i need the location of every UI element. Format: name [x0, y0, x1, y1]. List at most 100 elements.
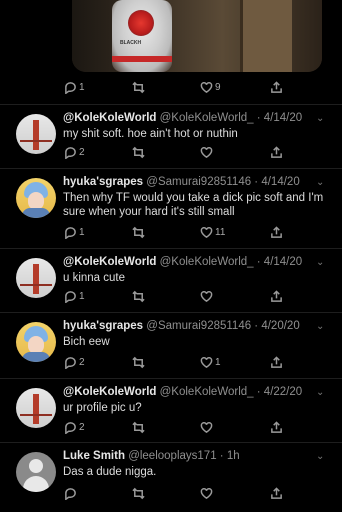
share-button[interactable] — [270, 355, 283, 369]
reply-count: 2 — [79, 356, 85, 368]
chevron-down-icon[interactable]: ⌄ — [316, 113, 324, 124]
retweet-button[interactable] — [132, 146, 145, 159]
reply-icon — [65, 146, 76, 159]
share-icon — [271, 486, 282, 499]
retweet-button[interactable] — [132, 421, 145, 434]
retweet-button[interactable] — [132, 290, 145, 303]
tweet-text: u kinna cute — [63, 272, 126, 284]
reply-icon — [65, 421, 76, 434]
display-name[interactable]: @KoleKoleWorld — [63, 256, 156, 268]
tweet-actions: 1 — [64, 287, 334, 305]
heart-icon — [200, 81, 213, 93]
heart-icon — [200, 226, 213, 238]
chevron-down-icon[interactable]: ⌄ — [316, 451, 324, 462]
share-button[interactable] — [270, 289, 283, 303]
tweet-actions: 1 11 — [64, 223, 334, 241]
share-icon — [271, 225, 282, 238]
media-door — [240, 0, 292, 72]
display-name[interactable]: @KoleKoleWorld — [63, 112, 156, 124]
retweet-icon — [132, 146, 145, 158]
retweet-icon — [132, 421, 145, 433]
display-name[interactable]: @KoleKoleWorld — [63, 386, 156, 398]
reply-icon — [65, 356, 76, 369]
share-button[interactable] — [270, 145, 283, 159]
divider — [0, 442, 342, 443]
share-button[interactable] — [270, 80, 283, 94]
avatar[interactable] — [16, 114, 56, 154]
tweet-text: my shit soft. hoe ain't hot or nuthin — [63, 128, 238, 140]
avatar[interactable] — [16, 388, 56, 428]
separator: · — [253, 386, 264, 398]
timestamp[interactable]: 4/20/20 — [261, 320, 299, 332]
share-button[interactable] — [270, 420, 283, 434]
divider — [0, 104, 342, 105]
separator: · — [216, 450, 227, 462]
share-button[interactable] — [270, 486, 283, 500]
like-button[interactable]: 11 — [200, 226, 225, 239]
handle[interactable]: @leelooplays171 — [128, 450, 216, 462]
handle[interactable]: @KoleKoleWorld_ — [160, 112, 254, 124]
avatar[interactable] — [16, 452, 56, 492]
like-button[interactable] — [200, 421, 213, 434]
like-button[interactable] — [200, 487, 213, 500]
timestamp[interactable]: 4/14/20 — [264, 256, 302, 268]
handle[interactable]: @KoleKoleWorld_ — [160, 386, 254, 398]
reply-button[interactable] — [64, 487, 77, 500]
share-button[interactable] — [270, 225, 283, 239]
timestamp[interactable]: 1h — [227, 450, 240, 462]
retweet-button[interactable] — [132, 226, 145, 239]
timestamp[interactable]: 4/14/20 — [261, 176, 299, 188]
reply-icon — [65, 81, 76, 94]
retweet-icon — [132, 226, 145, 238]
display-name[interactable]: hyuka'sgrapes — [63, 320, 143, 332]
share-icon — [271, 420, 282, 433]
reply-button[interactable]: 2 — [64, 146, 85, 159]
separator: · — [251, 176, 262, 188]
chevron-down-icon[interactable]: ⌄ — [316, 321, 324, 332]
top-tweet-actions: 1 9 — [64, 78, 334, 96]
reply-button[interactable]: 2 — [64, 421, 85, 434]
tweet-actions: 2 1 — [64, 353, 334, 371]
tweet-actions: 2 — [64, 143, 334, 161]
reply-button[interactable]: 1 — [64, 81, 85, 94]
chevron-down-icon[interactable]: ⌄ — [316, 387, 324, 398]
tweet-header: @KoleKoleWorld @KoleKoleWorld_ · 4/14/20 — [63, 112, 302, 124]
retweet-button[interactable] — [132, 487, 145, 500]
handle[interactable]: @Samurai92851146 — [146, 320, 251, 332]
like-button[interactable] — [200, 146, 213, 159]
display-name[interactable]: hyuka'sgrapes — [63, 176, 143, 188]
avatar[interactable] — [16, 178, 56, 218]
like-button[interactable]: 1 — [200, 356, 221, 369]
avatar[interactable] — [16, 322, 56, 362]
reply-count: 1 — [79, 226, 85, 238]
media-logo — [128, 10, 154, 36]
reply-button[interactable]: 2 — [64, 356, 85, 369]
chevron-down-icon[interactable]: ⌄ — [316, 177, 324, 188]
tweet-header: @KoleKoleWorld @KoleKoleWorld_ · 4/22/20 — [63, 386, 302, 398]
divider — [0, 312, 342, 313]
reply-button[interactable]: 1 — [64, 290, 85, 303]
handle[interactable]: @KoleKoleWorld_ — [160, 256, 254, 268]
retweet-button[interactable] — [132, 356, 145, 369]
like-button[interactable] — [200, 290, 213, 303]
tweet-text: Das a dude nigga. — [63, 466, 157, 478]
display-name[interactable]: Luke Smith — [63, 450, 125, 462]
like-button[interactable]: 9 — [200, 81, 221, 94]
tweet-header: @KoleKoleWorld @KoleKoleWorld_ · 4/14/20 — [63, 256, 302, 268]
timestamp[interactable]: 4/22/20 — [264, 386, 302, 398]
reply-button[interactable]: 1 — [64, 226, 85, 239]
timestamp[interactable]: 4/14/20 — [264, 112, 302, 124]
like-count: 9 — [215, 81, 221, 93]
media-shirt-text: BLACKH — [120, 40, 142, 46]
tweet-actions: 2 — [64, 418, 334, 436]
handle[interactable]: @Samurai92851146 — [146, 176, 251, 188]
avatar[interactable] — [16, 258, 56, 298]
chevron-down-icon[interactable]: ⌄ — [316, 257, 324, 268]
share-icon — [271, 80, 282, 93]
reply-icon — [65, 487, 76, 500]
heart-icon — [200, 487, 213, 499]
retweet-button[interactable] — [132, 81, 145, 94]
like-count: 11 — [215, 226, 226, 238]
divider — [0, 378, 342, 379]
tweet-media-image[interactable]: BLACKH — [72, 0, 322, 72]
